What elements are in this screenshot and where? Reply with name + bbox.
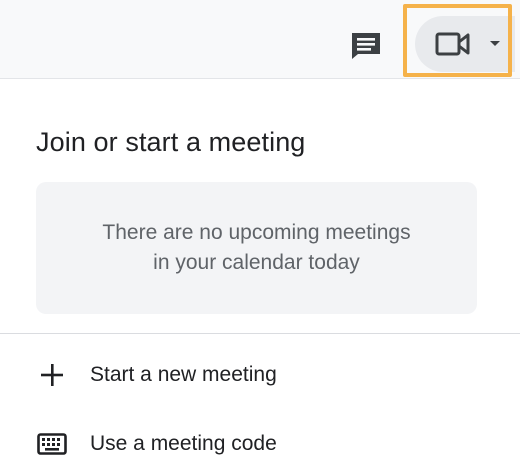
empty-state-line2: in your calendar today [153,251,360,274]
divider [0,333,520,334]
use-meeting-code-button[interactable]: Use a meeting code [0,416,520,472]
meeting-panel: Join or start a meeting There are no upc… [0,79,520,468]
highlight-frame [403,4,512,77]
empty-state-line1: There are no upcoming meetings [102,221,411,244]
plus-icon [36,359,68,391]
keyboard-icon [36,428,68,460]
top-toolbar [0,0,520,79]
use-meeting-code-label: Use a meeting code [90,432,277,455]
chat-button[interactable] [344,28,388,68]
start-new-meeting-button[interactable]: Start a new meeting [0,347,520,403]
panel-title: Join or start a meeting [36,127,306,157]
no-meetings-card: There are no upcoming meetings in your c… [36,182,477,314]
start-new-meeting-label: Start a new meeting [90,363,277,386]
chat-icon [349,30,383,67]
